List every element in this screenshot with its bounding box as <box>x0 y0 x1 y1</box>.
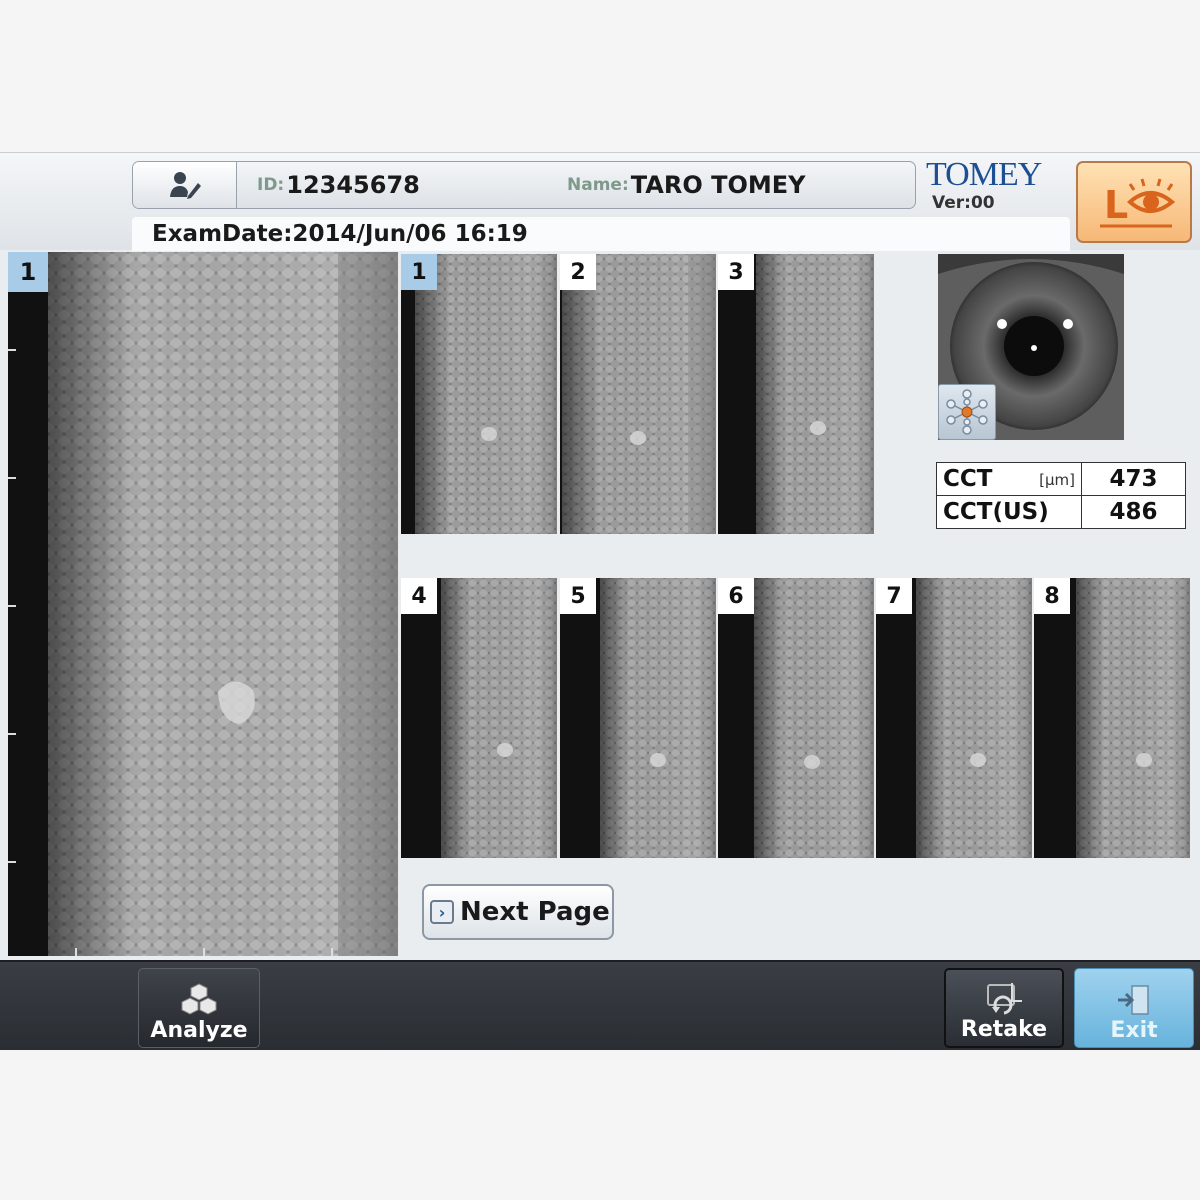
endothelium-thumb <box>560 254 716 534</box>
app-screen: ID: 12345678 Name: TARO TOMEY TOMEY Ver:… <box>0 152 1200 1050</box>
version-label: Ver:00 <box>932 193 995 213</box>
thumbnail-number: 3 <box>718 254 754 290</box>
thumbnail-5[interactable]: 5 <box>560 578 716 858</box>
patient-id: ID: 12345678 <box>257 162 420 208</box>
thumbnail-number: 4 <box>401 578 437 614</box>
exam-date: ExamDate:2014/Jun/06 16:19 <box>132 217 1070 251</box>
analyze-button[interactable]: Analyze <box>138 968 260 1048</box>
id-label: ID: <box>257 175 285 195</box>
endothelium-thumb <box>401 578 557 858</box>
thumbnail-number: 1 <box>401 254 437 290</box>
analyze-icon <box>181 983 217 1015</box>
endothelium-thumb <box>718 254 874 534</box>
id-value: 12345678 <box>286 171 420 199</box>
cct-value: 473 <box>1081 462 1186 496</box>
endothelium-thumb <box>1034 578 1190 858</box>
thumbnail-number: 2 <box>560 254 596 290</box>
patient-name: Name: TARO TOMEY <box>567 162 806 208</box>
fixation-target-button[interactable] <box>938 384 996 440</box>
thumbnail-2[interactable]: 2 <box>560 254 716 534</box>
retake-label: Retake <box>960 1017 1048 1042</box>
thumbnail-3[interactable]: 3 <box>718 254 874 534</box>
thumbnail-number: 6 <box>718 578 754 614</box>
endothelium-thumb <box>401 254 557 534</box>
cct-row: CCT [µm] 473 <box>936 462 1186 496</box>
thumbnail-7[interactable]: 7 <box>876 578 1032 858</box>
cct-us-label: CCT(US) <box>936 495 1082 529</box>
next-page-label: Next Page <box>460 897 610 927</box>
cct-us-row: CCT(US) 486 <box>936 495 1186 529</box>
cct-label: CCT <box>943 466 993 492</box>
thumbnail-8[interactable]: 8 <box>1034 578 1190 858</box>
exam-date-text: ExamDate:2014/Jun/06 16:19 <box>152 221 528 247</box>
thumbnail-4[interactable]: 4 <box>401 578 557 858</box>
eye-side-letter: L <box>1104 183 1128 227</box>
brand-logo: TOMEY Ver:00 <box>926 156 1046 214</box>
brand-name: TOMEY <box>926 156 1042 193</box>
name-value: TARO TOMEY <box>630 171 806 199</box>
eye-side-button[interactable]: L <box>1076 161 1192 243</box>
endothelium-thumb <box>718 578 874 858</box>
next-page-button[interactable]: › Next Page <box>422 884 614 940</box>
cct-unit: [µm] <box>1039 471 1075 489</box>
cct-label-cell: CCT [µm] <box>936 462 1082 496</box>
main-image-number: 1 <box>8 252 48 292</box>
chevron-right-icon: › <box>430 900 454 924</box>
footer-toolbar: Analyze Retake Exit <box>0 960 1200 1050</box>
cct-table: CCT [µm] 473 CCT(US) 486 <box>936 462 1186 529</box>
exit-icon <box>1118 985 1149 1015</box>
retake-button[interactable]: Retake <box>944 968 1064 1048</box>
exit-button[interactable]: Exit <box>1074 968 1194 1048</box>
patient-info-bar: ID: 12345678 Name: TARO TOMEY <box>132 161 916 209</box>
thumbnail-number: 7 <box>876 578 912 614</box>
thumbnail-6[interactable]: 6 <box>718 578 874 858</box>
cct-us-value: 486 <box>1081 495 1186 529</box>
endothelium-thumb <box>560 578 716 858</box>
thumbnail-number: 8 <box>1034 578 1070 614</box>
endothelium-image <box>8 252 398 956</box>
analyze-label: Analyze <box>150 1018 248 1043</box>
main-specular-image[interactable]: 1 <box>8 252 398 956</box>
patient-select-button[interactable] <box>133 162 237 208</box>
name-label: Name: <box>567 175 629 195</box>
left-eye-icon: L <box>1100 178 1176 228</box>
retake-icon <box>987 983 1022 1015</box>
thumbnail-number: 5 <box>560 578 596 614</box>
header: ID: 12345678 Name: TARO TOMEY TOMEY Ver:… <box>0 152 1200 251</box>
endothelium-thumb <box>876 578 1032 858</box>
exit-label: Exit <box>1110 1018 1158 1043</box>
user-edit-icon <box>169 172 201 199</box>
thumbnail-1[interactable]: 1 <box>401 254 557 534</box>
fixation-target-icon <box>946 389 988 435</box>
